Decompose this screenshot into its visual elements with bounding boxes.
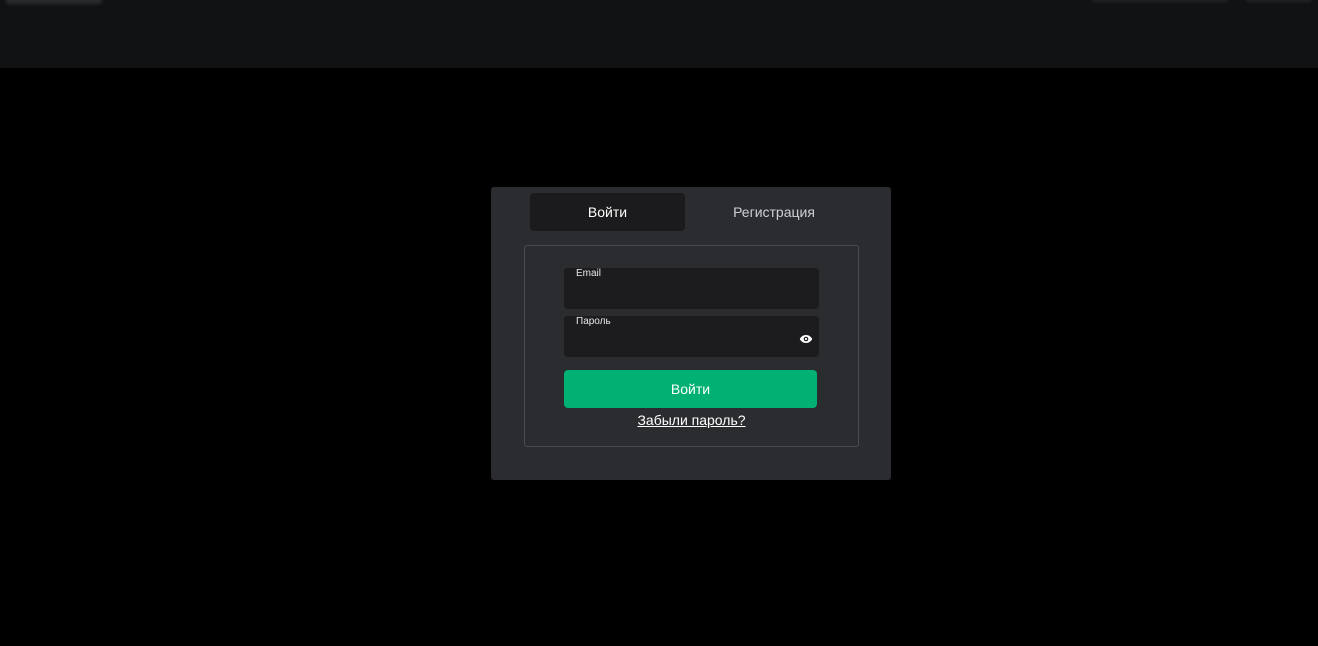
header-nav-item <box>1246 0 1312 2</box>
login-form: Email Пароль Войти Забыли пароль? <box>524 245 859 447</box>
email-field[interactable]: Email <box>564 268 819 309</box>
forgot-password-link[interactable]: Забыли пароль? <box>525 412 858 428</box>
auth-tabs: Войти Регистрация <box>530 193 852 231</box>
page: Войти Регистрация Email Пароль Войти Заб… <box>0 0 1318 646</box>
header-bar <box>0 0 1318 68</box>
password-input[interactable] <box>576 333 786 353</box>
tab-registration[interactable]: Регистрация <box>695 193 853 231</box>
email-input[interactable] <box>576 285 786 305</box>
tab-login[interactable]: Войти <box>530 193 685 231</box>
login-submit-button[interactable]: Войти <box>564 370 817 408</box>
header-logo <box>6 0 102 4</box>
auth-modal: Войти Регистрация Email Пароль Войти Заб… <box>491 187 891 480</box>
header-nav-item <box>1092 0 1228 2</box>
email-field-label: Email <box>576 268 602 279</box>
password-field[interactable]: Пароль <box>564 316 819 357</box>
password-field-label: Пароль <box>576 316 611 327</box>
eye-icon[interactable] <box>799 330 813 343</box>
